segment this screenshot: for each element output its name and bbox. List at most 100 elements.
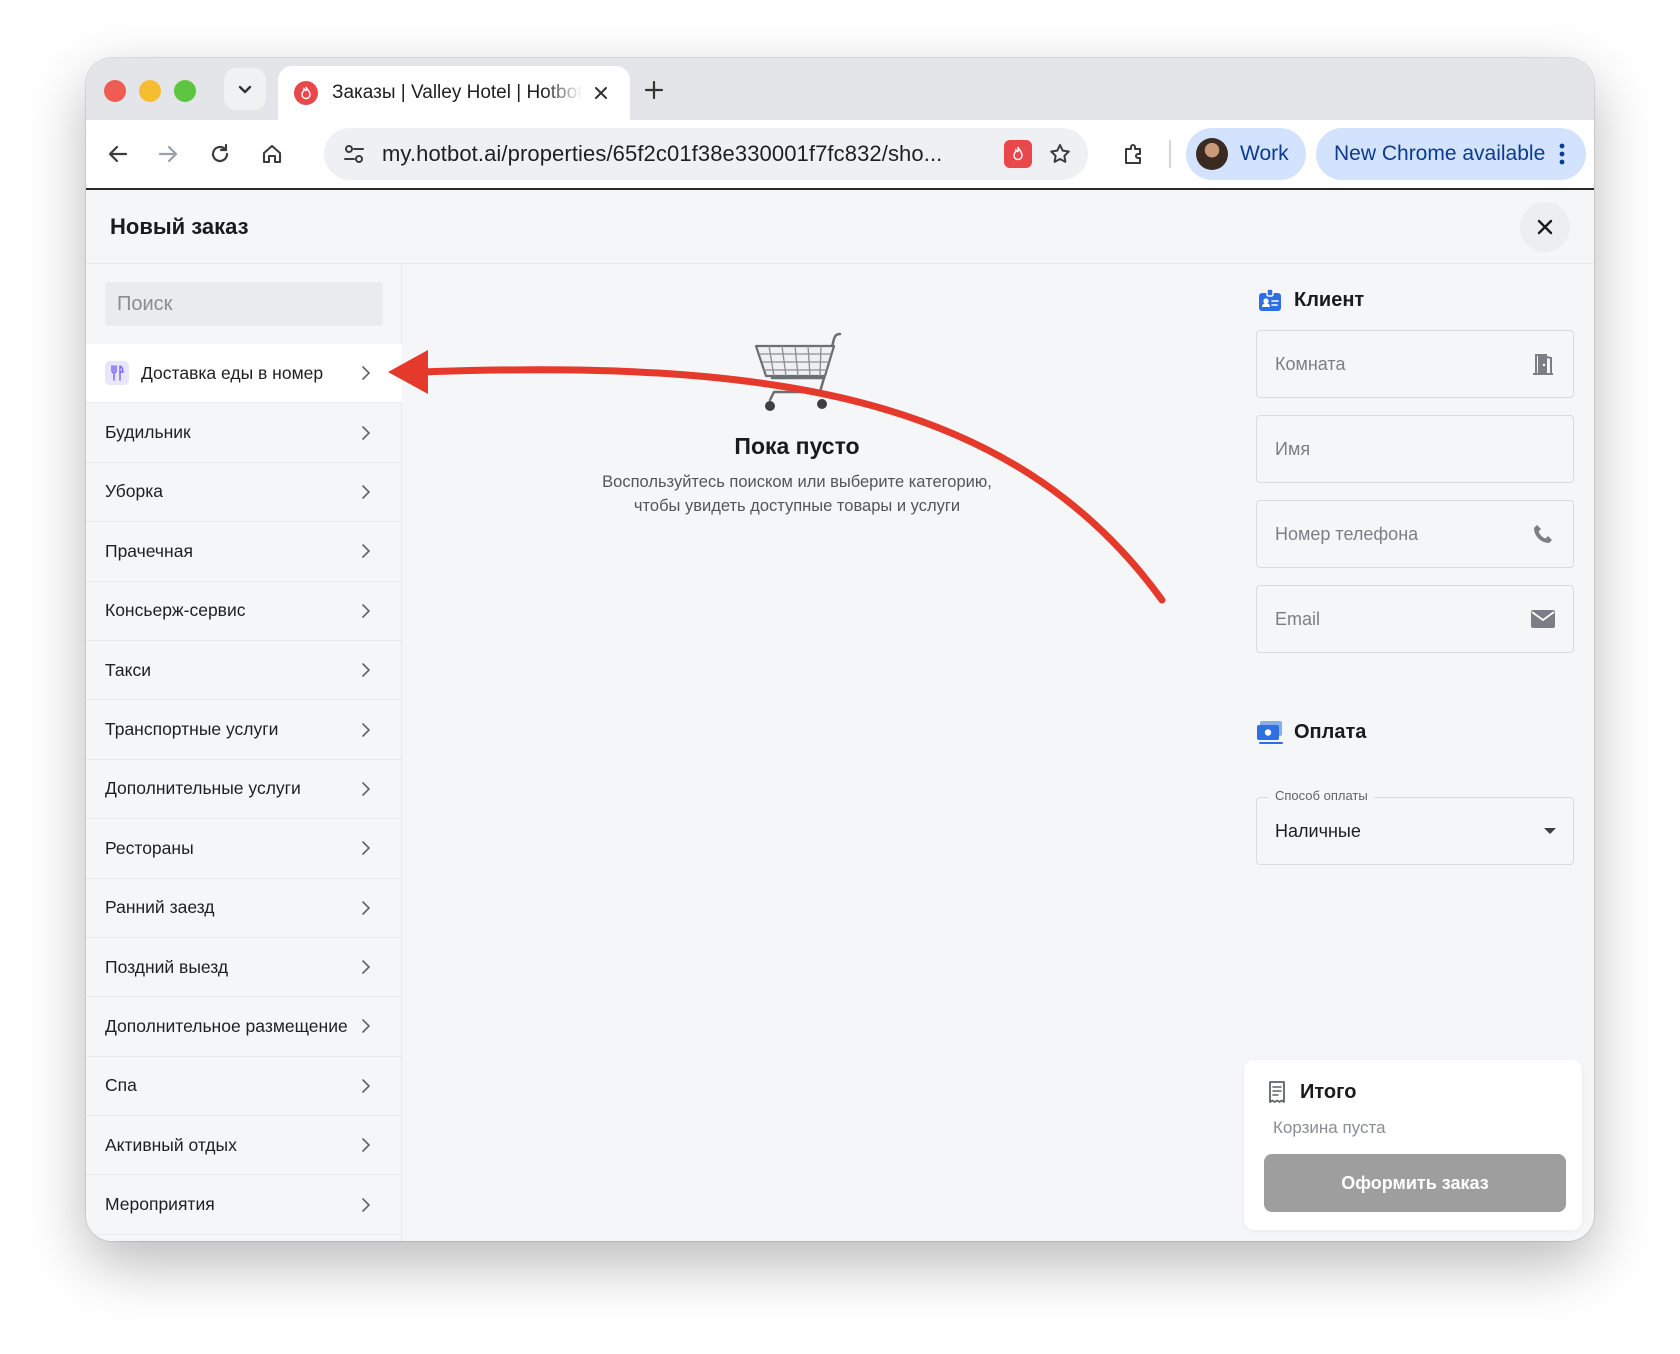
payment-method-select[interactable]: Способ оплаты Наличные xyxy=(1256,788,1574,865)
chevron-right-icon xyxy=(360,484,372,500)
minimize-window-button[interactable] xyxy=(139,80,161,102)
tab-close-button[interactable] xyxy=(588,80,614,106)
back-button[interactable] xyxy=(98,134,138,174)
door-icon xyxy=(1529,350,1557,378)
category-item-taxi[interactable]: Такси xyxy=(86,641,402,701)
email-input[interactable] xyxy=(1275,608,1529,630)
empty-state-line-1: Воспользуйтесь поиском или выберите кате… xyxy=(602,473,992,491)
phone-field[interactable] xyxy=(1256,500,1574,568)
summary-heading: Итого xyxy=(1266,1080,1356,1104)
category-item-room-service[interactable]: Доставка еды в номер xyxy=(86,344,402,404)
payment-section-heading: Оплата xyxy=(1256,718,1366,746)
browser-tab-active[interactable]: Заказы | Valley Hotel | Hotbot xyxy=(278,66,630,120)
puzzle-icon xyxy=(1125,144,1141,164)
receipt-icon xyxy=(1266,1080,1288,1104)
mail-icon xyxy=(1529,605,1557,633)
reload-button[interactable] xyxy=(200,134,240,174)
category-item-extra-accommodation[interactable]: Дополнительное размещение xyxy=(86,997,402,1057)
category-sidebar: Доставка еды в номер Будильник Уборка Пр… xyxy=(86,264,402,1241)
category-label: Дополнительные услуги xyxy=(105,778,301,799)
reload-icon xyxy=(211,143,229,163)
category-label: Мероприятия xyxy=(105,1194,215,1215)
url-text[interactable]: my.hotbot.ai/properties/65f2c01f38e33000… xyxy=(382,141,992,167)
forward-button[interactable] xyxy=(148,134,188,174)
star-icon xyxy=(1050,144,1070,163)
chevron-right-icon xyxy=(360,900,372,916)
hotbot-extension-icon[interactable] xyxy=(1004,140,1032,168)
search-box[interactable] xyxy=(105,282,383,326)
profile-name: Work xyxy=(1240,142,1289,165)
chevron-right-icon xyxy=(360,365,372,381)
category-item-active-leisure[interactable]: Активный отдых xyxy=(86,1116,402,1176)
chrome-update-button[interactable]: New Chrome available xyxy=(1316,128,1586,180)
close-window-button[interactable] xyxy=(104,80,126,102)
category-label: Уборка xyxy=(105,481,163,502)
room-field[interactable] xyxy=(1256,330,1574,398)
dialog-title: Новый заказ xyxy=(110,214,249,239)
home-icon xyxy=(262,144,282,164)
category-item-restaurants[interactable]: Рестораны xyxy=(86,819,402,879)
category-item-spa[interactable]: Спа xyxy=(86,1057,402,1117)
chevron-right-icon xyxy=(360,603,372,619)
chevron-right-icon xyxy=(360,840,372,856)
empty-state-line-2: чтобы увидеть доступные товары и услуги xyxy=(633,497,961,515)
name-input[interactable] xyxy=(1275,438,1557,460)
client-heading-text: Клиент xyxy=(1294,288,1365,311)
chevron-right-icon xyxy=(360,1137,372,1153)
close-icon xyxy=(1537,219,1553,235)
chevron-right-icon xyxy=(360,543,372,559)
category-label: Транспортные услуги xyxy=(105,719,279,740)
dialog-close-button[interactable] xyxy=(1520,202,1570,252)
room-input[interactable] xyxy=(1275,353,1529,375)
new-tab-button[interactable] xyxy=(638,74,670,106)
search-input[interactable] xyxy=(117,292,382,316)
zoom-window-button[interactable] xyxy=(174,80,196,102)
category-item-laundry[interactable]: Прачечная xyxy=(86,522,402,582)
category-label: Будильник xyxy=(105,422,191,443)
category-item-extra-services[interactable]: Дополнительные услуги xyxy=(86,760,402,820)
checkout-button[interactable]: Оформить заказ xyxy=(1264,1154,1566,1212)
tab-search-button[interactable] xyxy=(224,68,266,110)
payment-heading-text: Оплата xyxy=(1294,720,1367,743)
browser-toolbar: my.hotbot.ai/properties/65f2c01f38e33000… xyxy=(86,120,1594,188)
toolbar-separator xyxy=(1169,140,1171,168)
site-info-button[interactable] xyxy=(336,136,372,172)
category-item-transport[interactable]: Транспортные услуги xyxy=(86,700,402,760)
category-label: Дополнительное размещение xyxy=(105,1015,348,1036)
home-button[interactable] xyxy=(252,134,292,174)
chevron-right-icon xyxy=(360,662,372,678)
category-label: Доставка еды в номер xyxy=(141,362,324,383)
empty-state-title: Пока пусто xyxy=(734,433,860,459)
profile-button[interactable]: Work xyxy=(1186,128,1306,180)
chevron-right-icon xyxy=(360,959,372,975)
email-field[interactable] xyxy=(1256,585,1574,653)
payment-card-icon xyxy=(1256,718,1284,746)
name-field[interactable] xyxy=(1256,415,1574,483)
chevron-right-icon xyxy=(360,425,372,441)
payment-method-label: Способ оплаты xyxy=(1269,788,1374,803)
category-item-concierge[interactable]: Консьерж-сервис xyxy=(86,582,402,641)
category-item-events[interactable]: Мероприятия xyxy=(86,1175,402,1235)
address-bar[interactable]: my.hotbot.ai/properties/65f2c01f38e33000… xyxy=(324,128,1088,180)
category-item-cleaning[interactable]: Уборка xyxy=(86,463,402,523)
empty-state: Пока пусто Воспользуйтесь поиском или вы… xyxy=(402,330,1192,518)
order-summary-card: Итого Корзина пуста Оформить заказ xyxy=(1244,1060,1582,1230)
category-label: Ранний заезд xyxy=(105,897,215,918)
more-vert-icon[interactable] xyxy=(1554,139,1570,169)
category-item-wake-up-call[interactable]: Будильник xyxy=(86,403,402,463)
shopping-cart-icon xyxy=(754,332,842,411)
tune-icon xyxy=(344,145,364,163)
category-label: Активный отдых xyxy=(105,1134,237,1155)
fork-knife-icon xyxy=(105,361,129,386)
browser-window: Заказы | Valley Hotel | Hotbot my.hotbot… xyxy=(86,58,1594,1241)
bookmark-star-button[interactable] xyxy=(1044,138,1076,170)
summary-heading-text: Итого xyxy=(1300,1080,1357,1103)
category-label: Поздний выезд xyxy=(105,956,229,977)
category-item-late-check-out[interactable]: Поздний выезд xyxy=(86,938,402,998)
category-item-early-check-in[interactable]: Ранний заезд xyxy=(86,879,402,938)
category-list: Доставка еды в номер Будильник Уборка Пр… xyxy=(86,344,402,1235)
phone-input[interactable] xyxy=(1275,523,1529,545)
dropdown-arrow-icon xyxy=(1544,828,1556,834)
avatar xyxy=(1196,138,1228,170)
extensions-button[interactable] xyxy=(1114,134,1154,174)
